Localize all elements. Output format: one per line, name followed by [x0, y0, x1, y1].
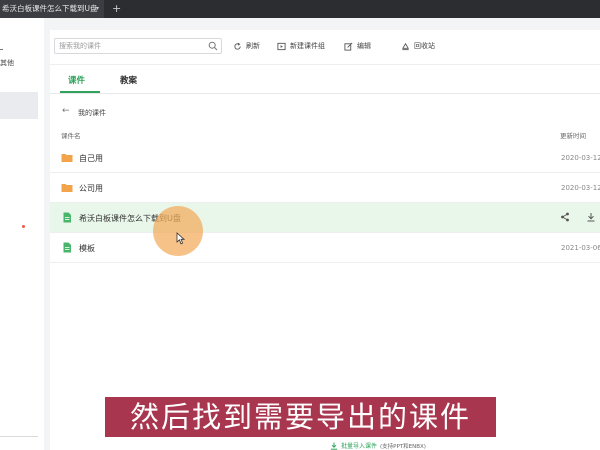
sidebar: 其他 [0, 18, 44, 450]
import-note: (支持PPT和ENBX) [380, 443, 426, 450]
refresh-label: 刷新 [246, 42, 260, 50]
notification-dot-icon [22, 225, 25, 228]
new-group-icon [277, 42, 286, 50]
back-arrow-icon[interactable]: ← [62, 106, 70, 116]
folder-icon [61, 184, 73, 192]
sidebar-divider [0, 436, 38, 437]
recycle-icon [402, 42, 409, 50]
breadcrumb[interactable]: 我的课件 [78, 108, 106, 118]
search-input[interactable] [59, 39, 199, 53]
new-group-label: 新建课件组 [290, 42, 325, 50]
tab-bar: 课件 教案 [50, 66, 600, 94]
share-icon[interactable] [560, 212, 570, 222]
tab-dropdown-icon[interactable]: ▾ [96, 0, 99, 18]
cursor-highlight [153, 206, 203, 256]
download-icon[interactable] [586, 212, 596, 222]
tab-lesson-plan[interactable]: 教案 [120, 74, 137, 86]
browser-tab[interactable]: 希沃白板课件怎么下载到U盘 [0, 0, 104, 18]
video-subtitle: 然后找到需要导出的课件 [105, 397, 496, 437]
column-header-name: 课件名 [61, 132, 81, 140]
item-name: 模板 [79, 244, 95, 253]
edit-label: 编辑 [357, 42, 371, 50]
edit-icon [344, 42, 353, 51]
import-icon [330, 442, 338, 450]
sidebar-item-other[interactable]: 其他 [0, 58, 14, 68]
item-time: 2020-03-12 [561, 184, 600, 192]
item-time: 2021-03-06 [561, 244, 600, 252]
item-name: 自己用 [79, 154, 103, 163]
file-icon [63, 212, 71, 223]
search-icon[interactable] [208, 41, 218, 51]
row-divider [50, 262, 600, 263]
sidebar-item-selected[interactable] [0, 92, 38, 119]
column-header-time[interactable]: 更新时间 [560, 130, 586, 140]
tab-title: 希沃白板课件怎么下载到U盘 [2, 4, 98, 13]
recycle-label: 回收站 [414, 42, 435, 50]
mouse-pointer-icon [176, 232, 185, 245]
item-time: 2020-03-12 [561, 154, 600, 162]
import-label: 批量导入课件 [341, 443, 378, 450]
tab-courseware[interactable]: 课件 [68, 74, 85, 86]
recycle-bin-button[interactable]: 回收站 [401, 40, 435, 52]
list-item-selected[interactable]: 希沃白板课件怎么下载到U盘 [50, 203, 600, 233]
new-group-button[interactable]: 新建课件组 [277, 40, 325, 52]
file-icon [63, 242, 71, 253]
main-panel: 刷新 新建课件组 编辑 回收站 课件 教案 ← 我的课件 课件名 更新时间 [50, 30, 600, 450]
edit-button[interactable]: 编辑 [344, 40, 371, 52]
list-item[interactable]: 模板 2021-03-06 [50, 233, 600, 263]
batch-import-button[interactable]: 批量导入课件 (支持PPT和ENBX) [330, 441, 426, 450]
toolbar-divider [50, 64, 600, 65]
sidebar-mark [0, 49, 3, 50]
refresh-icon [234, 42, 241, 50]
list-item[interactable]: 公司用 2020-03-12 [50, 173, 600, 203]
search-box[interactable] [54, 38, 222, 54]
folder-icon [61, 154, 73, 162]
title-bar: 希沃白板课件怎么下载到U盘 ▾ + [0, 0, 600, 18]
tab-bar-divider [50, 93, 600, 94]
item-name: 公司用 [79, 184, 103, 193]
list-item[interactable]: 自己用 2020-03-12 [50, 143, 600, 173]
new-tab-button[interactable]: + [112, 0, 121, 17]
refresh-button[interactable]: 刷新 [233, 40, 260, 52]
